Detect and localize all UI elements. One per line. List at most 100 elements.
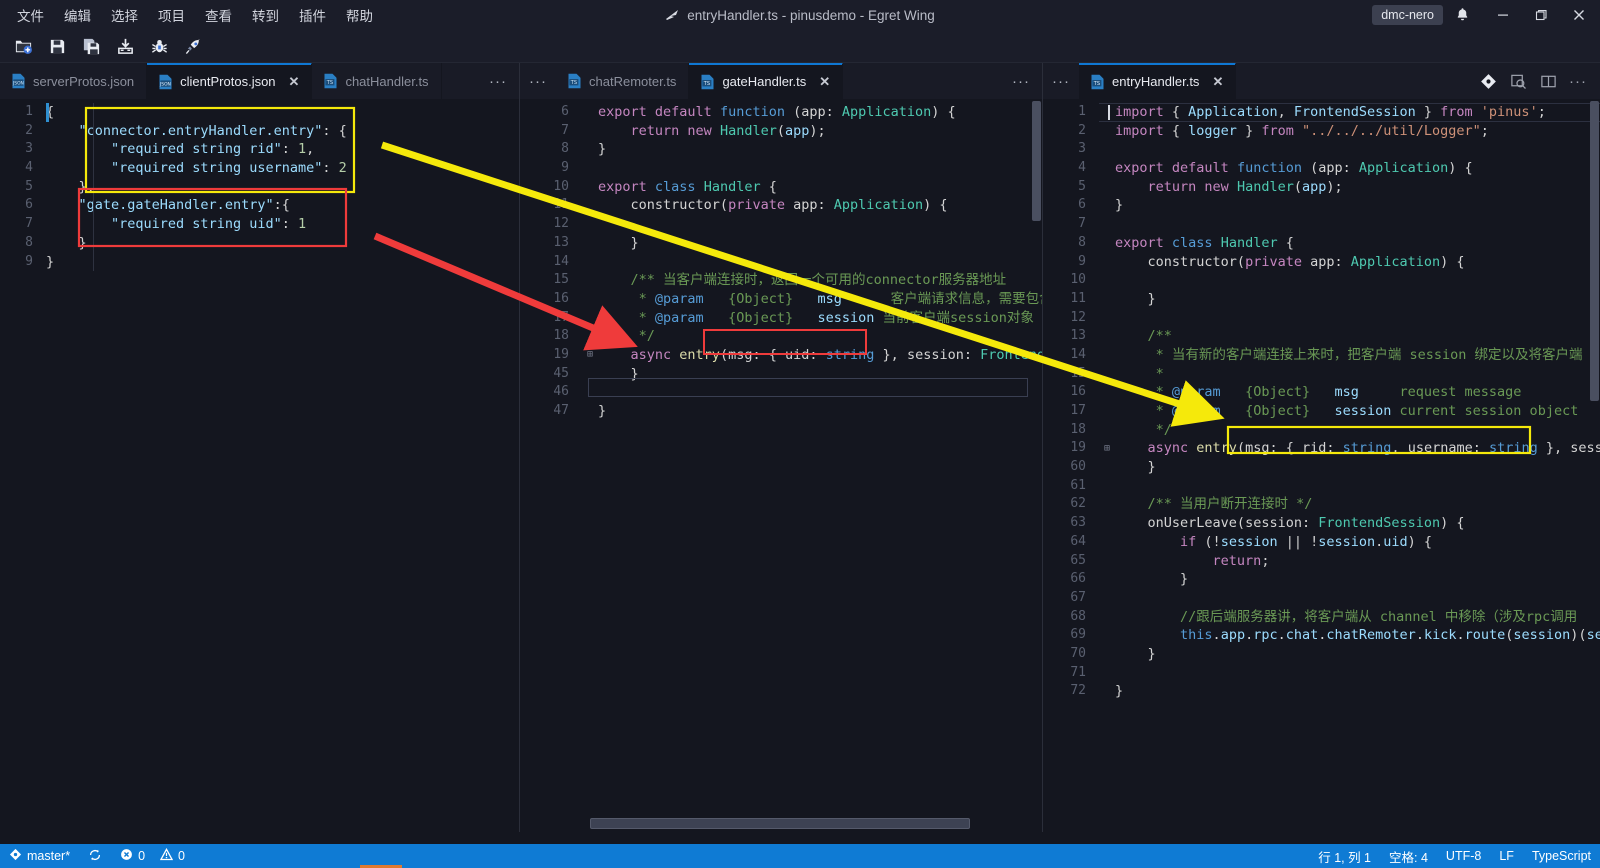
code-line[interactable]: 6} (1043, 196, 1600, 215)
user-badge[interactable]: dmc-nero (1372, 5, 1443, 25)
status-eol[interactable]: LF (1490, 844, 1523, 868)
vertical-scrollbar-middle[interactable] (1030, 99, 1042, 832)
save-all-button[interactable] (76, 33, 106, 60)
code-line[interactable]: 3 "required string rid": 1, (0, 140, 519, 159)
code-line[interactable]: 14 (520, 253, 1042, 272)
code-line[interactable]: 12 (520, 215, 1042, 234)
code-line[interactable]: 66 } (1043, 570, 1600, 589)
code-line[interactable]: 13 } (520, 234, 1042, 253)
scrollbar-thumb[interactable] (1590, 101, 1599, 401)
code-line[interactable]: 6 export default function (app: Applicati… (520, 103, 1042, 122)
debug-button[interactable] (144, 33, 174, 60)
code-line[interactable]: 18 */ (520, 327, 1042, 346)
tab-chatHandler-ts[interactable]: TS chatHandler.ts (312, 63, 442, 99)
code-line[interactable]: 60 } (1043, 458, 1600, 477)
code-line[interactable]: 2 "connector.entryHandler.entry": { (0, 122, 519, 141)
status-language-mode[interactable]: TypeScript (1523, 844, 1600, 868)
menu-plugins[interactable]: 插件 (290, 1, 335, 29)
code-line[interactable]: 10 (1043, 271, 1600, 290)
run-button[interactable] (178, 33, 208, 60)
maximize-button[interactable] (1522, 0, 1560, 30)
tab-entryHandler-ts[interactable]: TS entryHandler.ts ✕ (1079, 63, 1237, 99)
menu-edit[interactable]: 编辑 (55, 1, 100, 29)
menu-file[interactable]: 文件 (8, 1, 53, 29)
code-line[interactable]: 9 (520, 159, 1042, 178)
code-line[interactable]: 8 export class Handler { (1043, 234, 1600, 253)
code-line[interactable]: 16 * @param {Object} msg request message (1043, 383, 1600, 402)
code-line[interactable]: 11 constructor(private app: Application)… (520, 196, 1042, 215)
tab-close-icon[interactable]: ✕ (1212, 75, 1223, 88)
status-cursor-position[interactable]: 行 1, 列 1 (1309, 844, 1380, 868)
code-line[interactable]: 9} (0, 253, 519, 272)
status-encoding[interactable]: UTF-8 (1437, 844, 1490, 868)
code-line[interactable]: 9 constructor(private app: Application) … (1043, 253, 1600, 272)
code-line[interactable]: 1{ (0, 103, 519, 122)
tab-close-icon[interactable]: ✕ (289, 75, 300, 88)
code-line[interactable]: 10 export class Handler { (520, 178, 1042, 197)
minimize-button[interactable] (1484, 0, 1522, 30)
bell-icon[interactable] (1455, 7, 1470, 24)
tab-serverProtos-json[interactable]: JSON serverProtos.json (0, 63, 148, 99)
publish-button[interactable] (110, 33, 140, 60)
fold-expand-icon[interactable]: ⊞ (582, 350, 598, 360)
code-line[interactable]: 5 }, (0, 178, 519, 197)
code-line[interactable]: 62 /** 当用户断开连接时 */ (1043, 495, 1600, 514)
new-file-button[interactable] (8, 33, 38, 60)
code-line[interactable]: 17 * @param {Object} session current ses… (1043, 402, 1600, 421)
code-line[interactable]: 69 this.app.rpc.chat.chatRemoter.kick.ro… (1043, 626, 1600, 645)
more-actions-icon[interactable]: ··· (1564, 68, 1592, 94)
code-line[interactable]: 16 * @param {Object} msg 客户端请求信息，需要包含uid… (520, 290, 1042, 309)
code-line[interactable]: 7 "required string uid": 1 (0, 215, 519, 234)
tab-overflow-left-pane[interactable]: ··· (477, 63, 519, 99)
code-line[interactable]: 67 (1043, 589, 1600, 608)
menu-view[interactable]: 查看 (196, 1, 241, 29)
code-line[interactable]: 3 (1043, 140, 1600, 159)
tab-overflow-prev-right[interactable]: ··· (1043, 63, 1079, 99)
code-line[interactable]: 72} (1043, 682, 1600, 701)
source-control-icon[interactable] (1474, 68, 1502, 94)
code-line[interactable]: 71 (1043, 664, 1600, 683)
menu-goto[interactable]: 转到 (243, 1, 288, 29)
code-line[interactable]: 12 (1043, 309, 1600, 328)
code-line[interactable]: 4 export default function (app: Applicati… (1043, 159, 1600, 178)
code-line[interactable]: 47} (520, 402, 1042, 421)
scrollbar-thumb[interactable] (590, 818, 970, 829)
code-line[interactable]: 7 (1043, 215, 1600, 234)
code-editor-left[interactable]: 1{2 "connector.entryHandler.entry": {3 "… (0, 99, 519, 832)
tab-clientProtos-json[interactable]: JSON clientProtos.json ✕ (147, 63, 313, 99)
menu-help[interactable]: 帮助 (337, 1, 382, 29)
horizontal-scrollbar-middle[interactable] (590, 818, 1027, 829)
tab-gateHandler-ts[interactable]: TS gateHandler.ts ✕ (689, 63, 844, 99)
code-line[interactable]: 18 */ (1043, 421, 1600, 440)
code-line[interactable]: 70 } (1043, 645, 1600, 664)
code-line[interactable]: 65 return; (1043, 552, 1600, 571)
menu-select[interactable]: 选择 (102, 1, 147, 29)
save-button[interactable] (42, 33, 72, 60)
fold-expand-icon[interactable]: ⊞ (1099, 443, 1115, 454)
code-line[interactable]: 6 "gate.gateHandler.entry":{ (0, 196, 519, 215)
code-line[interactable]: 19 ⊞ async entry(msg: { rid: string, user… (1043, 439, 1600, 458)
code-line[interactable]: 17 * @param {Object} session 当前客户端sessio… (520, 309, 1042, 328)
code-line[interactable]: 19 ⊞ async entry(msg: { uid: string }, se… (520, 346, 1042, 365)
code-line[interactable]: 2 import { logger } from "../../../util/L… (1043, 122, 1600, 141)
code-line[interactable]: 7 return new Handler(app); (520, 122, 1042, 141)
scrollbar-thumb[interactable] (1032, 101, 1041, 221)
status-branch[interactable]: master* (0, 844, 79, 868)
code-editor-middle[interactable]: 6 export default function (app: Applicati… (520, 99, 1042, 832)
tab-chatRemoter-ts[interactable]: TS chatRemoter.ts (556, 63, 690, 99)
code-line[interactable]: 15 /** 当客户端连接时，返回一个可用的connector服务器地址 (520, 271, 1042, 290)
code-line[interactable]: 14 * 当有新的客户端连接上来时，把客户端 session 绑定以及将客户端 (1043, 346, 1600, 365)
status-sync[interactable] (79, 844, 111, 868)
code-line[interactable]: 13 /** (1043, 327, 1600, 346)
code-line[interactable]: 15 * (1043, 365, 1600, 384)
code-line[interactable]: 8 } (0, 234, 519, 253)
code-line[interactable]: 11 } (1043, 290, 1600, 309)
code-line[interactable]: 4 "required string username": 2 (0, 159, 519, 178)
code-line[interactable]: 63 onUserLeave(session: FrontendSession)… (1043, 514, 1600, 533)
split-editor-icon[interactable] (1534, 68, 1562, 94)
code-line[interactable]: 61 (1043, 477, 1600, 496)
code-line[interactable]: 5 return new Handler(app); (1043, 178, 1600, 197)
vertical-scrollbar-right[interactable] (1588, 99, 1600, 832)
status-problems[interactable]: 0 0 (111, 844, 194, 868)
code-line[interactable]: 64 if (!session || !session.uid) { (1043, 533, 1600, 552)
